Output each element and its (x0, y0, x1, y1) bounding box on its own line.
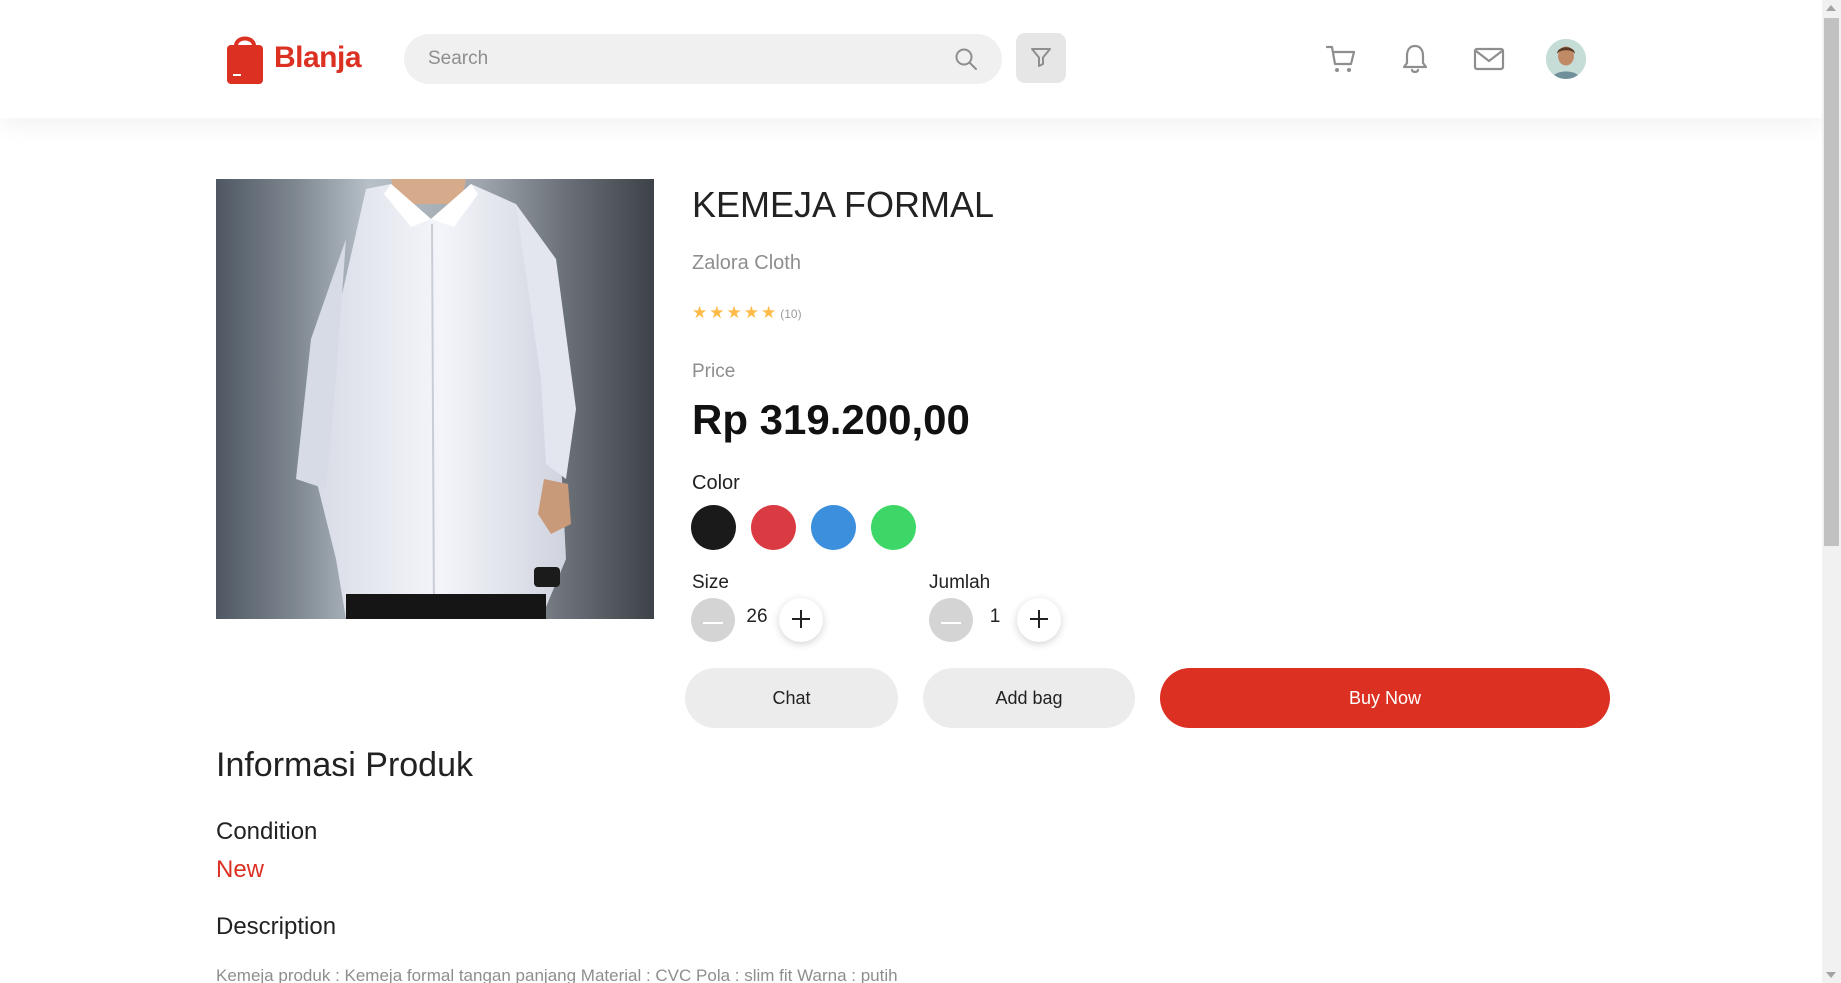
product-title: KEMEJA FORMAL (692, 184, 995, 225)
size-stepper: 26 (691, 598, 823, 642)
star-icon: ★ (726, 303, 742, 323)
navbar: Blanja (0, 0, 1822, 118)
scrollbar[interactable] (1822, 0, 1841, 983)
product-brand: Zalora Cloth (692, 252, 801, 274)
chat-button[interactable]: Chat (685, 668, 898, 728)
size-label: Size (692, 572, 729, 593)
description-label: Description (216, 913, 337, 940)
product-rating: ★ ★ ★ ★ ★ (10) (692, 305, 802, 322)
color-label: Color (692, 472, 740, 494)
description-text: Kemeja produk : Kemeja formal tangan pan… (216, 966, 898, 983)
color-swatch-black[interactable] (691, 505, 736, 550)
quantity-decrease-button[interactable] (929, 598, 973, 642)
price-value: Rp 319.200,00 (692, 396, 970, 443)
scrollbar-thumb[interactable] (1824, 18, 1839, 546)
star-icon: ★ (761, 303, 777, 323)
minus-icon (941, 613, 961, 628)
scroll-down-arrow[interactable] (1826, 972, 1836, 978)
size-value: 26 (746, 606, 768, 627)
color-swatch-blue[interactable] (811, 505, 856, 550)
star-icon: ★ (743, 303, 759, 323)
rating-count: (10) (780, 306, 802, 321)
color-swatches (691, 505, 931, 550)
minus-icon (703, 613, 723, 628)
shopping-bag-icon (224, 30, 266, 86)
plus-icon (1029, 609, 1049, 632)
quantity-increase-button[interactable] (1017, 598, 1061, 642)
condition-label: Condition (216, 818, 318, 845)
star-icon: ★ (692, 303, 708, 323)
product-image (216, 179, 654, 619)
plus-icon (791, 609, 811, 632)
search-icon[interactable] (952, 45, 980, 73)
cart-icon[interactable] (1324, 42, 1358, 76)
quantity-stepper: 1 (929, 598, 1061, 642)
condition-value: New (216, 856, 265, 883)
price-label: Price (692, 361, 736, 382)
logo[interactable]: Blanja (224, 30, 362, 86)
quantity-label: Jumlah (929, 572, 991, 593)
logo-text: Blanja (274, 41, 362, 74)
mail-icon[interactable] (1472, 42, 1506, 76)
quantity-value: 1 (989, 606, 1001, 627)
size-decrease-button[interactable] (691, 598, 735, 642)
avatar[interactable] (1546, 39, 1586, 79)
color-swatch-green[interactable] (871, 505, 916, 550)
star-icon: ★ (709, 303, 725, 323)
color-swatch-red[interactable] (751, 505, 796, 550)
size-increase-button[interactable] (779, 598, 823, 642)
filter-icon (1029, 45, 1053, 72)
search-input[interactable] (428, 48, 952, 70)
info-section-title: Informasi Produk (216, 746, 473, 784)
scroll-up-arrow[interactable] (1826, 5, 1836, 11)
buy-now-button[interactable]: Buy Now (1160, 668, 1610, 728)
search-bar (404, 34, 1002, 84)
add-bag-button[interactable]: Add bag (923, 668, 1135, 728)
bell-icon[interactable] (1398, 42, 1432, 76)
filter-button[interactable] (1016, 33, 1066, 83)
